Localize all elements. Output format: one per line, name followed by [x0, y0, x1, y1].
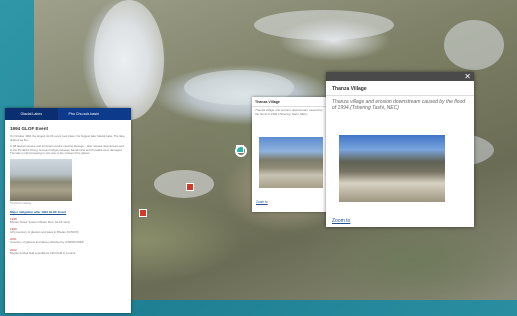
popup-photo[interactable] [259, 137, 323, 188]
panel-tabs: Glacial Lakes Pho Chu sub-basin [5, 108, 131, 120]
panel-paragraph: to 68 lateral moraine and terminal morai… [10, 144, 124, 155]
panel-paragraph: On October 1994 the largest GLOF event t… [10, 134, 126, 142]
map-marker[interactable] [139, 209, 147, 217]
glacier-ridge [94, 0, 164, 120]
popup-titlebar: ✕ [326, 72, 474, 81]
tab-glacial-lakes[interactable]: Glacial Lakes [5, 108, 58, 120]
photo-caption: Thorthormi Glacier [10, 201, 32, 205]
popup-title: Thanza Village [252, 97, 330, 107]
glacier-photo [10, 158, 72, 201]
timeline-item: GIS inventory of glaciers and lakes in B… [10, 229, 79, 234]
timeline-item: Bhutan funded field expeditions with DGM… [10, 250, 76, 255]
popup-title: Thanza Village [326, 81, 474, 96]
panel-body: 1994 GLOF Event On October 1994 the larg… [5, 120, 131, 258]
zoom-to-link[interactable]: Zoom to [256, 200, 268, 204]
close-icon[interactable]: ✕ [464, 72, 471, 81]
tab-pho-chu-sub-basin[interactable]: Pho Chu sub-basin [58, 108, 111, 120]
map-marker[interactable] [186, 183, 194, 191]
story-panel: Glacial Lakes Pho Chu sub-basin 1994 GLO… [5, 108, 131, 313]
info-popup-small: Thanza Village Thanza village and erosio… [252, 97, 330, 212]
popup-description: Thanza village and erosion downstream ca… [255, 108, 323, 116]
popup-photo[interactable] [339, 135, 445, 202]
snow-patch [444, 20, 504, 70]
info-popup: ✕ Thanza Village Thanza village and eros… [326, 72, 474, 227]
glacier-ridge [254, 10, 394, 40]
map-marker-selected[interactable] [235, 145, 247, 157]
popup-description: Thanza village and erosion downstream ca… [332, 99, 466, 112]
mitigation-link[interactable]: Major mitigation after 1994 GLOF Event [10, 210, 126, 214]
tab-extra[interactable] [110, 108, 131, 120]
zoom-to-link[interactable]: Zoom to [332, 218, 350, 224]
snow-patch [154, 170, 214, 198]
timeline-item: Inventory of glaciers and lakes publishe… [10, 240, 84, 245]
timeline-item: Bhutan Power System Master Plan: GLOF st… [10, 219, 71, 224]
slide-background: Glacial Lakes Pho Chu sub-basin 1994 GLO… [0, 0, 517, 316]
panel-title: 1994 GLOF Event [10, 126, 49, 131]
